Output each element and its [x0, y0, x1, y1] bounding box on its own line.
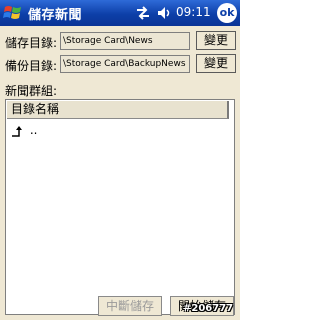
- connectivity-icon[interactable]: [136, 5, 150, 21]
- storage-change-button[interactable]: 變更: [196, 31, 236, 50]
- backup-dir-label: 備份目錄:: [5, 59, 58, 73]
- backup-change-button[interactable]: 變更: [196, 54, 236, 73]
- directory-list[interactable]: 目錄名稱 ..: [5, 99, 235, 315]
- clock[interactable]: 09:11: [176, 5, 211, 19]
- content-area: 儲存目錄: \Storage Card\News 變更 備份目錄: \Stora…: [0, 26, 240, 320]
- column-header-directory-name[interactable]: 目錄名稱: [7, 101, 229, 119]
- app-title: 儲存新聞: [28, 8, 83, 23]
- title-bar: 儲存新聞 09:11 ok: [0, 0, 240, 26]
- list-item-parent-directory[interactable]: ..: [10, 122, 37, 138]
- storage-dir-field[interactable]: \Storage Card\News: [60, 32, 190, 50]
- watermark: #206777: [183, 303, 234, 314]
- stop-save-button[interactable]: 中斷儲存: [98, 296, 162, 316]
- newsgroup-label: 新聞群組:: [5, 84, 58, 98]
- parent-folder-icon: [12, 125, 22, 137]
- list-item-label: ..: [29, 123, 38, 137]
- storage-dir-label: 儲存目錄:: [5, 36, 58, 50]
- ok-button[interactable]: ok: [217, 3, 237, 23]
- backup-dir-field[interactable]: \Storage Card\BackupNews: [60, 55, 190, 73]
- volume-icon[interactable]: [156, 5, 172, 21]
- windows-start-icon[interactable]: [3, 3, 23, 23]
